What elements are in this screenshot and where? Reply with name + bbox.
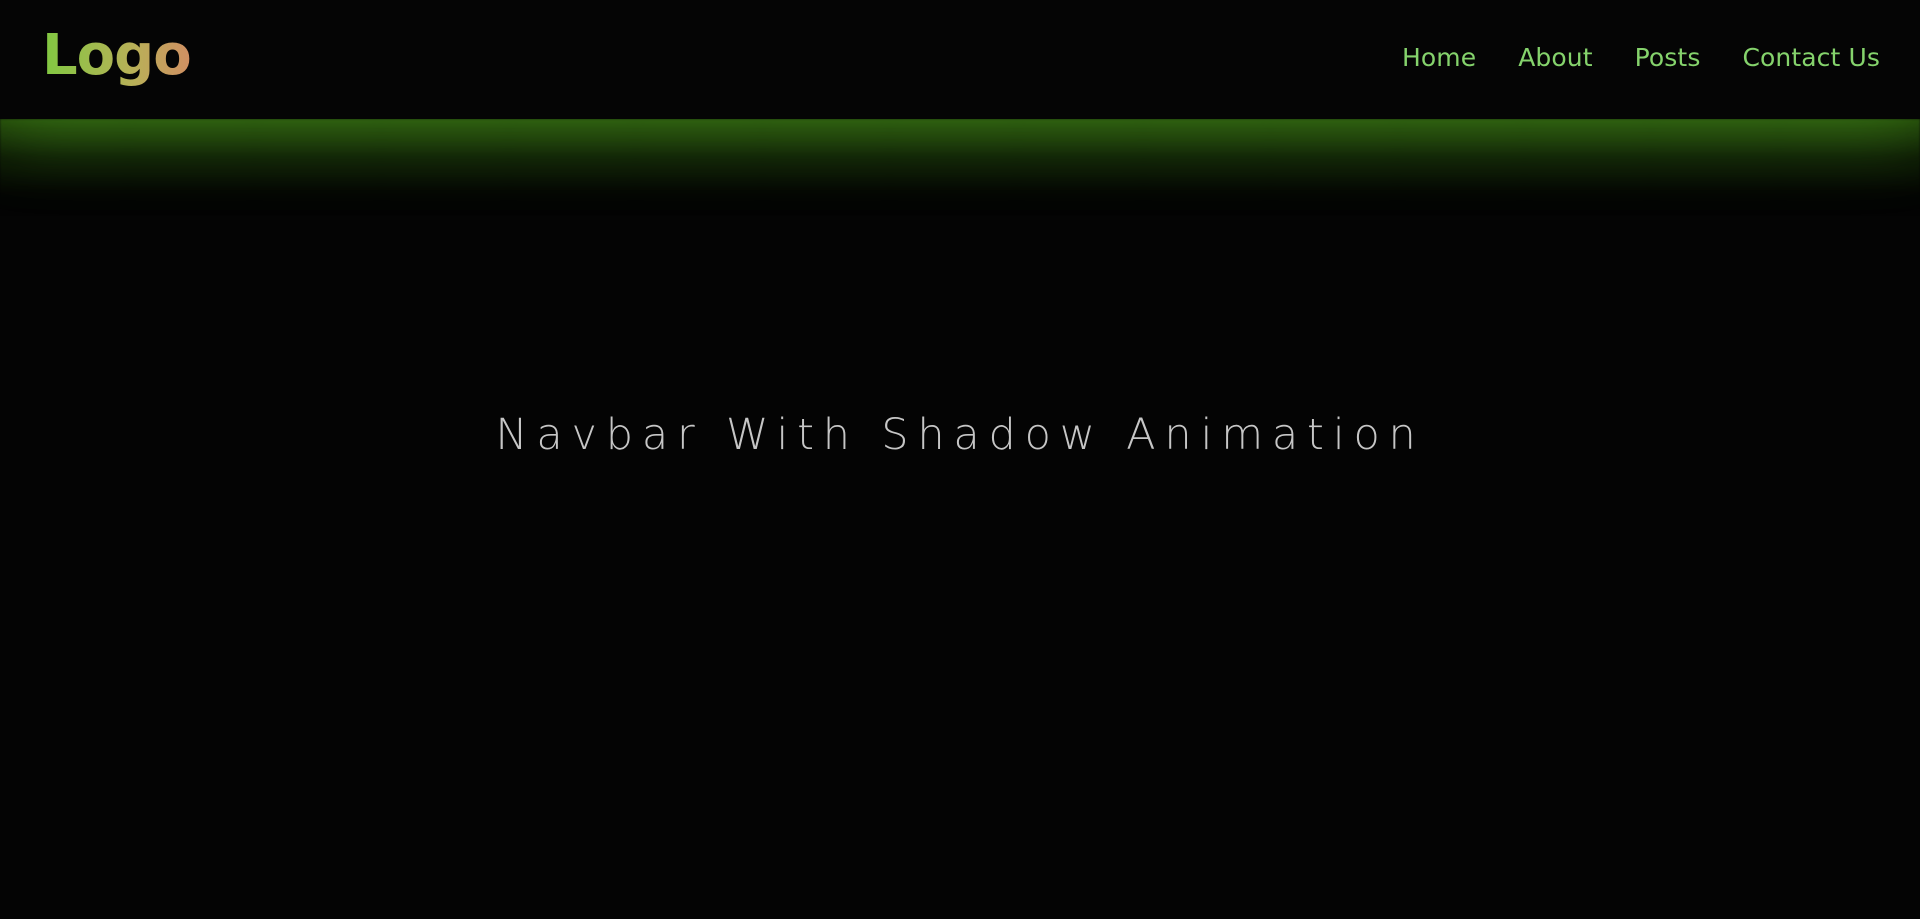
nav-link-about[interactable]: About	[1518, 37, 1592, 79]
nav-link-contact-us[interactable]: Contact Us	[1742, 37, 1880, 79]
nav-link-home[interactable]: Home	[1402, 37, 1476, 79]
page-title: Navbar With Shadow Animation	[495, 410, 1425, 460]
main-navigation: Home About Posts Contact Us	[1402, 37, 1880, 79]
page: Logo Home About Posts Contact Us Navbar …	[0, 0, 1920, 919]
logo-link[interactable]: Logo	[42, 21, 192, 91]
nav-link-posts[interactable]: Posts	[1635, 37, 1701, 79]
navbar-shadow-glow	[0, 119, 1920, 217]
top-navbar: Logo Home About Posts Contact Us	[0, 0, 1920, 119]
